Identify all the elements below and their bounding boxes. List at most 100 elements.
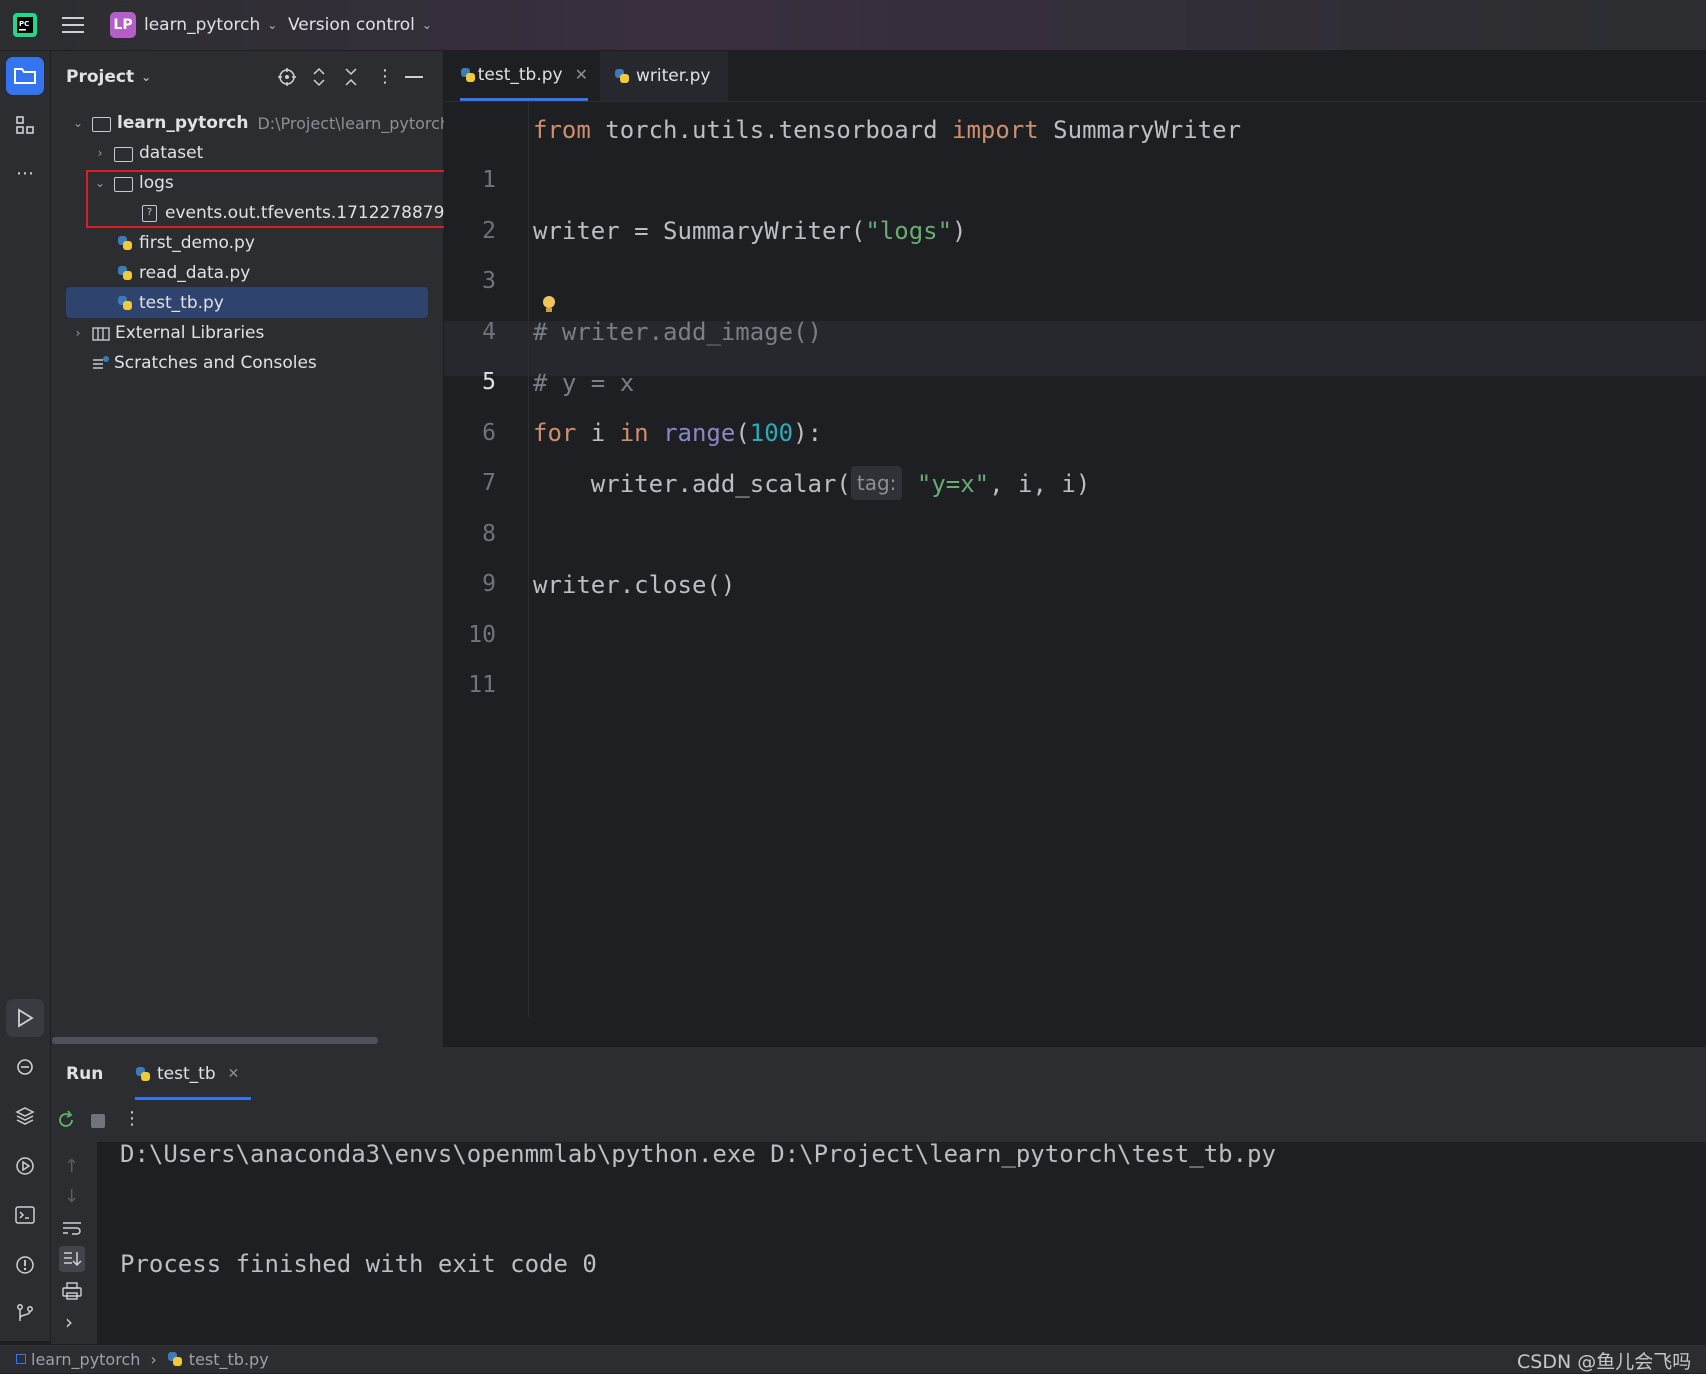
more-options-icon[interactable]: ⋮ xyxy=(123,1109,141,1128)
chevron-right-icon[interactable]: › xyxy=(92,146,108,160)
root-folder-name: learn_pytorch xyxy=(117,113,249,133)
problems-icon[interactable] xyxy=(6,1246,44,1284)
folder-icon xyxy=(114,146,133,162)
collapse-all-icon[interactable] xyxy=(343,62,359,92)
code-token: i xyxy=(576,419,620,447)
pycharm-logo-icon[interactable]: PC xyxy=(12,0,38,50)
python-packages-icon[interactable] xyxy=(6,1097,44,1135)
run-tab-label: test_tb xyxy=(157,1064,216,1084)
tree-item-dataset[interactable]: › dataset xyxy=(92,138,204,168)
code-token: ( xyxy=(735,419,750,447)
line-number: 6 xyxy=(482,420,496,446)
python-file-icon xyxy=(135,1066,151,1082)
breadcrumb-project[interactable]: learn_pytorch xyxy=(31,1350,140,1369)
folder-icon xyxy=(92,116,111,132)
project-name: learn_pytorch xyxy=(144,15,261,35)
python-file-icon xyxy=(167,1351,183,1367)
watermark-text: CSDN @鱼儿会飞吗 xyxy=(1517,1351,1692,1373)
intention-bulb-icon[interactable] xyxy=(542,295,556,319)
hide-panel-icon[interactable] xyxy=(405,62,423,92)
code-token: 100 xyxy=(749,419,794,447)
stop-icon[interactable] xyxy=(91,1114,105,1128)
code-token: , i, i) xyxy=(989,470,1091,498)
python-file-icon xyxy=(460,67,475,83)
expand-all-icon[interactable] xyxy=(311,62,327,92)
highlight-annotation-box xyxy=(86,170,446,228)
version-control-menu[interactable]: Version control ⌄ xyxy=(288,0,432,50)
line-number: 1 xyxy=(482,167,496,193)
chevron-down-icon: ⌄ xyxy=(141,70,152,84)
run-panel-header: Run test_tb ✕ xyxy=(51,1048,1706,1100)
line-number: 4 xyxy=(482,319,496,345)
code-line-6[interactable]: # y = x xyxy=(533,369,634,397)
run-toolbar: ⋮ xyxy=(51,1100,1706,1142)
code-token: writer = SummaryWriter( xyxy=(533,217,866,245)
options-icon[interactable]: ⋮ xyxy=(376,62,394,92)
horizontal-scrollbar[interactable] xyxy=(52,1037,378,1044)
main-menu-icon[interactable] xyxy=(62,0,84,50)
library-icon xyxy=(92,327,110,341)
project-badge: LP xyxy=(110,12,136,38)
project-view-selector[interactable]: Project ⌄ xyxy=(66,62,151,92)
run-panel: Run test_tb ✕ ⋮ ↑ ↓ › D:\Users\anaconda3… xyxy=(51,1047,1706,1345)
code-line-10[interactable]: writer.close() xyxy=(533,571,735,599)
parameter-hint: tag: xyxy=(850,466,903,500)
tab-test-tb[interactable]: test_tb.py ✕ xyxy=(460,51,588,101)
services-icon[interactable] xyxy=(6,1147,44,1185)
tree-item-test-tb[interactable]: test_tb.py xyxy=(117,288,224,318)
print-icon[interactable] xyxy=(62,1282,82,1304)
project-folder-icon[interactable] xyxy=(6,57,44,95)
chevron-right-icon[interactable]: › xyxy=(70,326,86,340)
root-folder-path: D:\Project\learn_pytorch xyxy=(257,113,451,133)
tree-item-root[interactable]: ⌄ learn_pytorch D:\Project\learn_pytorch xyxy=(70,108,450,138)
console-output-line: Process finished with exit code 0 xyxy=(120,1250,597,1278)
tree-item-external-libraries[interactable]: › External Libraries xyxy=(70,318,265,348)
breadcrumb-file[interactable]: test_tb.py xyxy=(189,1350,269,1369)
code-token: ): xyxy=(793,419,823,447)
tab-writer[interactable]: writer.py xyxy=(600,51,728,101)
tree-item-label: dataset xyxy=(139,143,204,163)
locate-file-icon[interactable] xyxy=(277,62,297,92)
close-icon[interactable]: ✕ xyxy=(228,1066,240,1082)
line-number-gutter: 1 2 3 4 5 6 7 8 9 10 11 xyxy=(444,101,529,1017)
tree-item-label: read_data.py xyxy=(139,263,251,283)
structure-icon[interactable] xyxy=(6,106,44,144)
line-number-current: 5 xyxy=(482,369,496,395)
tree-item-first-demo[interactable]: first_demo.py xyxy=(117,228,255,258)
line-number: 9 xyxy=(482,571,496,597)
rerun-icon[interactable] xyxy=(56,1110,76,1134)
git-icon[interactable] xyxy=(6,1294,44,1332)
code-line-7[interactable]: for i in range(100): xyxy=(533,419,822,447)
project-switcher[interactable]: LP learn_pytorch ⌄ xyxy=(110,0,277,50)
terminal-icon[interactable] xyxy=(6,1196,44,1234)
code-token: in xyxy=(619,419,649,447)
run-icon[interactable] xyxy=(6,999,44,1037)
code-line-5[interactable]: # writer.add_image() xyxy=(533,318,822,346)
scroll-to-end-icon[interactable] xyxy=(59,1246,85,1272)
code-line-1[interactable]: from torch.utils.tensorboard import Summ… xyxy=(533,116,1241,144)
code-token: SummaryWriter xyxy=(1038,116,1242,144)
tree-item-read-data[interactable]: read_data.py xyxy=(117,258,250,288)
code-token: writer.add_scalar( xyxy=(533,470,851,498)
more-tools-icon[interactable]: ⋯ xyxy=(6,155,44,193)
run-tab-test-tb[interactable]: test_tb ✕ xyxy=(135,1059,239,1089)
tree-item-scratches[interactable]: Scratches and Consoles xyxy=(92,348,317,378)
line-number: 3 xyxy=(482,268,496,294)
python-console-icon[interactable] xyxy=(6,1048,44,1086)
close-icon[interactable]: ✕ xyxy=(575,65,588,84)
chevron-down-icon[interactable]: ⌄ xyxy=(70,116,86,130)
arrow-down-icon[interactable]: ↓ xyxy=(64,1186,79,1207)
arrow-up-icon[interactable]: ↑ xyxy=(64,1156,79,1177)
editor-tabs: test_tb.py ✕ writer.py xyxy=(444,51,1706,102)
breadcrumb: learn_pytorch › test_tb.py xyxy=(16,1345,269,1373)
code-line-3[interactable]: writer = SummaryWriter("logs") xyxy=(533,217,967,245)
soft-wrap-icon[interactable] xyxy=(62,1220,82,1240)
tree-item-label: Scratches and Consoles xyxy=(114,353,317,373)
code-line-8[interactable]: writer.add_scalar(tag: "y=x", i, i) xyxy=(533,466,1091,500)
code-token: "y=x" xyxy=(916,470,990,498)
chevron-right-icon[interactable]: › xyxy=(65,1310,73,1334)
line-number: 8 xyxy=(482,521,496,547)
line-number: 7 xyxy=(482,470,496,496)
line-number: 2 xyxy=(482,218,496,244)
